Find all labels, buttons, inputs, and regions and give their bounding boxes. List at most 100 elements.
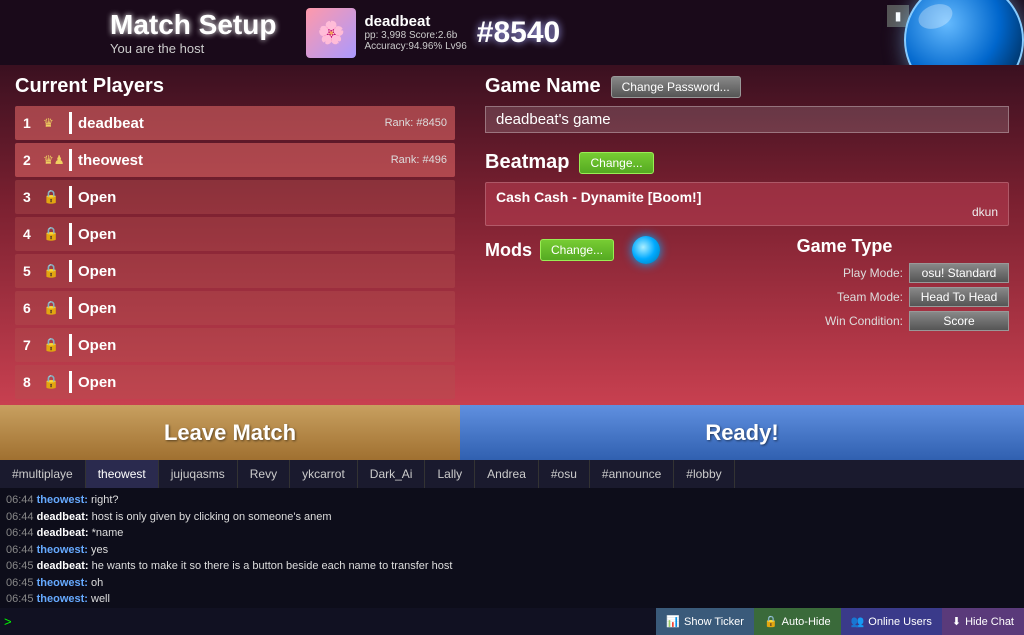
chat-tabs: #multiplaye theowest jujuqasms Revy ykca… [0, 460, 1024, 488]
hide-chat-button[interactable]: ⬇ Hide Chat [942, 608, 1024, 635]
score-stat: Score:2.6b [409, 30, 457, 41]
player-name: Open [78, 263, 447, 280]
tab-jujuqasms[interactable]: jujuqasms [159, 460, 238, 488]
settings-panel: Game Name Change Password... Beatmap Cha… [470, 65, 1024, 405]
avatar: 🌸 [306, 8, 356, 58]
player-name: theowest [78, 152, 391, 169]
users-icon: 👥 [851, 615, 865, 628]
auto-hide-button[interactable]: 🔒 Auto-Hide [754, 608, 841, 635]
tab-dark-ai[interactable]: Dark_Ai [358, 460, 426, 488]
player-separator [69, 371, 72, 393]
player-separator [69, 260, 72, 282]
show-ticker-button[interactable]: 📊 Show Ticker [656, 608, 754, 635]
change-password-button[interactable]: Change Password... [611, 76, 741, 98]
table-row[interactable]: 4 🔒 Open [15, 217, 455, 251]
crown-icon: ♛ [43, 116, 63, 130]
page-title: Match Setup [110, 9, 276, 41]
accuracy-stat: Accuracy:94.96% [364, 41, 442, 52]
player-num: 4 [23, 226, 43, 242]
lock-icon: 🔒 [43, 226, 59, 242]
user-stats: pp: 3,998 Score:2.6b Accuracy:94.96% Lv9… [364, 30, 466, 52]
player-num: 3 [23, 189, 43, 205]
player-rank: Rank: #8450 [385, 117, 447, 129]
list-item: 06:44 theowest: yes [6, 542, 1018, 559]
player-separator [69, 149, 72, 171]
players-panel: Current Players 1 ♛ deadbeat Rank: #8450… [0, 65, 470, 405]
bottom-controls: 📊 Show Ticker 🔒 Auto-Hide 👥 Online Users… [656, 608, 1024, 635]
game-name-section: Game Name Change Password... [485, 75, 1009, 98]
crown-icon: ♛♟ [43, 153, 63, 167]
top-bar: Match Setup You are the host 🌸 deadbeat … [0, 0, 1024, 65]
table-row[interactable]: 2 ♛♟ theowest Rank: #496 [15, 143, 455, 177]
lock-icon: 🔒 [43, 374, 59, 390]
tab-theowest[interactable]: theowest [86, 460, 159, 488]
player-separator [69, 334, 72, 356]
tab-revy[interactable]: Revy [238, 460, 290, 488]
download-icon: ⬇ [952, 615, 961, 628]
list-item: 06:45 theowest: oh [6, 575, 1018, 592]
tab-ykcarrot[interactable]: ykcarrot [290, 460, 358, 488]
players-list: 1 ♛ deadbeat Rank: #8450 2 ♛♟ theowest R… [15, 106, 455, 399]
player-separator [69, 223, 72, 245]
list-item: 06:44 deadbeat: *name [6, 525, 1018, 542]
tab-multiplayer[interactable]: #multiplaye [0, 460, 86, 488]
table-row[interactable]: 6 🔒 Open [15, 291, 455, 325]
lock-icon: 🔒 [43, 189, 59, 205]
ready-button[interactable]: Ready! [460, 405, 1024, 460]
mods-label: Mods [485, 240, 532, 261]
player-num: 6 [23, 300, 43, 316]
player-name: Open [78, 374, 447, 391]
change-beatmap-button[interactable]: Change... [579, 152, 653, 174]
list-item: 06:45 theowest: well [6, 591, 1018, 608]
tab-andrea[interactable]: Andrea [475, 460, 539, 488]
subtitle: You are the host [110, 41, 276, 56]
chat-area: 06:44 theowest: right? 06:44 deadbeat: h… [0, 488, 1024, 608]
main-area: Current Players 1 ♛ deadbeat Rank: #8450… [0, 65, 1024, 405]
user-details: deadbeat pp: 3,998 Score:2.6b Accuracy:9… [364, 13, 466, 52]
player-name: Open [78, 189, 447, 206]
tab-lobby[interactable]: #lobby [674, 460, 734, 488]
player-separator [69, 186, 72, 208]
beatmap-label: Beatmap [485, 151, 569, 174]
table-row[interactable]: 7 🔒 Open [15, 328, 455, 362]
player-num: 2 [23, 152, 43, 168]
player-separator [69, 112, 72, 134]
win-condition-value: Score [909, 311, 1009, 331]
players-title: Current Players [15, 75, 455, 98]
game-type-title: Game Type [680, 236, 1009, 257]
tab-announce[interactable]: #announce [590, 460, 674, 488]
tab-osu[interactable]: #osu [539, 460, 590, 488]
chat-prompt: > [4, 614, 12, 629]
username: deadbeat [364, 13, 466, 30]
table-row[interactable]: 3 🔒 Open [15, 180, 455, 214]
table-row[interactable]: 8 🔒 Open [15, 365, 455, 399]
beatmap-title: Cash Cash - Dynamite [Boom!] [496, 189, 998, 205]
list-item: 06:45 deadbeat: he wants to make it so t… [6, 558, 1018, 575]
title-area: Match Setup You are the host [110, 9, 276, 56]
player-name: deadbeat [78, 115, 385, 132]
lock-icon: 🔒 [43, 263, 59, 279]
tab-lally[interactable]: Lally [425, 460, 475, 488]
game-type-section: Game Type Play Mode: osu! Standard Team … [680, 236, 1009, 335]
player-rank: Rank: #496 [391, 154, 447, 166]
player-name: Open [78, 337, 447, 354]
player-num: 8 [23, 374, 43, 390]
mods-indicator [632, 236, 660, 264]
team-mode-value: Head To Head [909, 287, 1009, 307]
change-mods-button[interactable]: Change... [540, 239, 614, 261]
win-condition-row: Win Condition: Score [680, 311, 1009, 331]
win-condition-label: Win Condition: [813, 314, 903, 328]
team-mode-label: Team Mode: [813, 290, 903, 304]
beatmap-section: Beatmap Change... [485, 151, 1009, 174]
online-users-button[interactable]: 👥 Online Users [841, 608, 942, 635]
game-name-input[interactable] [485, 106, 1009, 133]
player-num: 7 [23, 337, 43, 353]
table-row[interactable]: 1 ♛ deadbeat Rank: #8450 [15, 106, 455, 140]
table-row[interactable]: 5 🔒 Open [15, 254, 455, 288]
play-mode-label: Play Mode: [813, 266, 903, 280]
leave-match-button[interactable]: Leave Match [0, 405, 460, 460]
play-mode-row: Play Mode: osu! Standard [680, 263, 1009, 283]
action-buttons: Leave Match Ready! [0, 405, 1024, 460]
beatmap-author: dkun [496, 205, 998, 219]
lock-icon: 🔒 [43, 300, 59, 316]
